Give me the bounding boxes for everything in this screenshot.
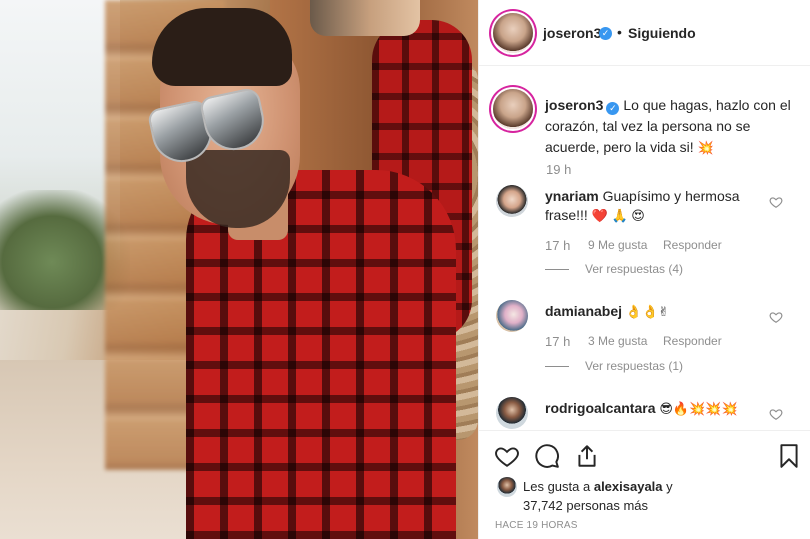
- comment-icon: [535, 444, 559, 468]
- comment-emojis: 👌👌✌: [625, 304, 670, 319]
- comment-likes[interactable]: 9 Me gusta: [588, 238, 647, 252]
- comment-time: 17 h: [545, 334, 571, 349]
- reply-button[interactable]: Responder: [663, 334, 722, 348]
- commenter-avatar[interactable]: [496, 300, 528, 332]
- comment-text: damianabej 👌👌✌: [545, 302, 765, 321]
- comment-heart-icon[interactable]: [769, 407, 783, 421]
- verified-badge-icon: ✓: [606, 102, 620, 115]
- liker-username[interactable]: alexisayala: [594, 479, 663, 494]
- commenter-username[interactable]: rodrigoalcantara: [545, 400, 655, 416]
- caption-username[interactable]: joseron3: [545, 97, 603, 113]
- like-button[interactable]: [494, 443, 520, 469]
- photo-hair: [152, 8, 292, 86]
- comment-text: ynariam Guapísimo y hermosa frase!!! ❤️ …: [545, 187, 765, 225]
- liker-avatar[interactable]: [497, 477, 517, 497]
- author-avatar[interactable]: [493, 13, 533, 53]
- replies-divider: [545, 366, 569, 368]
- comment-heart-icon[interactable]: [769, 195, 783, 209]
- post-header: joseron3 ✓ • Siguiendo: [479, 0, 810, 66]
- comment-button[interactable]: [534, 443, 560, 469]
- following-button[interactable]: Siguiendo: [628, 25, 696, 41]
- caption-avatar[interactable]: [493, 89, 533, 129]
- commenter-avatar[interactable]: [496, 185, 528, 217]
- comment-likes[interactable]: 3 Me gusta: [588, 334, 647, 348]
- comment-time: 17 h: [545, 238, 571, 253]
- bookmark-icon: [780, 444, 798, 468]
- heart-icon: [495, 447, 519, 467]
- commenter-avatar[interactable]: [496, 397, 528, 429]
- post-timestamp[interactable]: HACE 19 HORAS: [495, 520, 578, 531]
- photo-hand: [310, 0, 420, 36]
- caption-text: joseron3 ✓ Lo que hagas, hazlo con el cora…: [545, 95, 803, 158]
- replies-divider: [545, 269, 569, 271]
- view-replies-button[interactable]: Ver respuestas (4): [545, 262, 683, 276]
- view-replies-label: Ver respuestas (4): [585, 262, 684, 276]
- commenter-username[interactable]: damianabej: [545, 303, 622, 319]
- view-replies-button[interactable]: Ver respuestas (1): [545, 359, 683, 373]
- view-replies-label: Ver respuestas (1): [585, 359, 684, 373]
- commenter-username[interactable]: ynariam: [545, 188, 599, 204]
- post-photo[interactable]: [0, 0, 478, 539]
- likes-others-link[interactable]: 37,742 personas más: [523, 498, 648, 513]
- likes-text: Les gusta a alexisayala y 37,742 persona…: [523, 477, 793, 515]
- collision-emoji-icon: 💥: [697, 140, 714, 155]
- comment-emojis: ❤️ 🙏 😍: [591, 208, 645, 223]
- share-button[interactable]: [574, 443, 600, 469]
- reply-button[interactable]: Responder: [663, 238, 722, 252]
- verified-badge-icon: ✓: [599, 27, 612, 40]
- comments-scroll[interactable]: joseron3 ✓ Lo que hagas, hazlo con el cora…: [479, 67, 810, 429]
- post-actions: Les gusta a alexisayala y 37,742 persona…: [479, 430, 810, 539]
- comment-heart-icon[interactable]: [769, 310, 783, 324]
- comment-text: rodrigoalcantara 😎🔥💥💥💥: [545, 399, 765, 418]
- caption-time: 19 h: [546, 162, 572, 177]
- separator-dot: •: [617, 24, 622, 40]
- post-sidebar: joseron3 ✓ • Siguiendo joseron3 ✓ Lo que h…: [478, 0, 810, 539]
- likes-prefix: Les gusta a: [523, 479, 591, 494]
- likes-conj: y: [666, 479, 673, 494]
- save-button[interactable]: [776, 443, 802, 469]
- comment-emojis: 😎🔥💥💥💥: [659, 401, 738, 416]
- author-username[interactable]: joseron3: [543, 25, 601, 41]
- share-icon: [578, 445, 596, 467]
